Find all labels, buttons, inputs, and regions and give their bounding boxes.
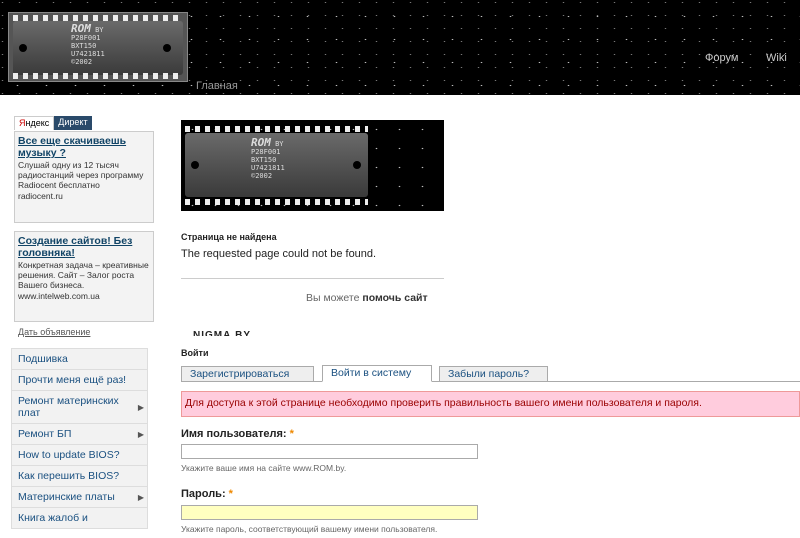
username-label: Имя пользователя: *	[181, 428, 294, 440]
chip-notch	[191, 161, 199, 169]
tab-register[interactable]: Зарегистрироваться	[181, 366, 314, 382]
ad-tabs: Яндекс Директ	[14, 116, 92, 130]
chip-label: ROM BY P28F001 BXT150 U7421811 ©2002	[71, 22, 105, 66]
username-hint: Укажите ваше имя на сайте www.ROM.by.	[181, 463, 347, 473]
site-logo[interactable]: ROM BY P28F001 BXT150 U7421811 ©2002	[8, 12, 188, 82]
username-input[interactable]	[181, 444, 478, 459]
chip-pins	[185, 199, 368, 205]
required-marker: *	[289, 428, 294, 440]
nav-wiki[interactable]: Wiki	[766, 52, 787, 64]
chevron-right-icon: ▶	[137, 430, 144, 439]
page-title: Страница не найдена	[181, 232, 277, 242]
chip-notch	[163, 44, 171, 52]
nav-home[interactable]: Главная	[196, 80, 238, 92]
chip-pins	[13, 73, 183, 79]
ad-title[interactable]: Создание сайтов! Без головняка!	[18, 235, 150, 259]
ad-block[interactable]: Создание сайтов! Без головняка! Конкретн…	[14, 231, 154, 322]
ad-url: radiocent.ru	[18, 191, 63, 201]
required-marker: *	[228, 488, 233, 500]
chip-body: ROM BY P28F001 BXT150 U7421811 ©2002	[185, 133, 368, 197]
rom-chip-image: ROM BY P28F001 BXT150 U7421811 ©2002	[181, 120, 444, 211]
not-found-message: The requested page could not be found.	[181, 248, 377, 260]
chevron-right-icon: ▶	[137, 403, 144, 412]
sidebar-item-update-bios[interactable]: How to update BIOS?	[11, 445, 148, 466]
login-heading: Войти	[181, 348, 209, 358]
chip-notch	[19, 44, 27, 52]
nigma-logo[interactable]: NIGMA.BY	[193, 329, 251, 336]
sidebar-item-flash-bios[interactable]: Как перешить BIOS?	[11, 466, 148, 487]
sidebar-item-motherboard-repair[interactable]: Ремонт материнских плат ▶	[11, 391, 148, 424]
nav-forum[interactable]: Форум	[705, 52, 738, 64]
password-hint: Укажите пароль, соответствующий вашему и…	[181, 524, 438, 534]
sidebar-item-psu-repair[interactable]: Ремонт БП ▶	[11, 424, 148, 445]
chip-notch	[353, 161, 361, 169]
tab-direct[interactable]: Директ	[54, 116, 92, 130]
ad-text: Конкретная задача – креативные решения. …	[18, 260, 149, 290]
chip-body: ROM BY P28F001 BXT150 U7421811 ©2002	[13, 21, 183, 75]
ad-text: Слушай одну из 12 тысяч радиостанций чер…	[18, 160, 144, 190]
ad-block[interactable]: Все еще скачиваешь музыку ? Слушай одну …	[14, 131, 154, 223]
chip-label: ROM BY P28F001 BXT150 U7421811 ©2002	[251, 136, 285, 180]
sidebar-item-motherboards[interactable]: Материнские платы ▶	[11, 487, 148, 508]
login-tabs: Зарегистрироваться Войти в систему Забыл…	[181, 365, 800, 382]
tab-yandex[interactable]: Яндекс	[14, 116, 55, 130]
error-message: Для доступа к этой странице необходимо п…	[181, 391, 800, 417]
tab-forgot-password[interactable]: Забыли пароль?	[439, 366, 548, 382]
sidebar-menu: Подшивка Прочти меня ещё раз! Ремонт мат…	[11, 348, 148, 529]
ad-title[interactable]: Все еще скачиваешь музыку ?	[18, 135, 150, 159]
chip-pins	[185, 126, 368, 132]
give-ad-link[interactable]: Дать объявление	[18, 327, 90, 337]
password-input[interactable]	[181, 505, 478, 520]
help-site-link[interactable]: Вы можете помочь сайт	[306, 292, 428, 304]
divider	[181, 278, 444, 279]
sidebar-item-read-again[interactable]: Прочти меня ещё раз!	[11, 370, 148, 391]
ad-url: www.intelweb.com.ua	[18, 291, 100, 301]
sidebar-item-podshivka[interactable]: Подшивка	[11, 348, 148, 370]
password-label: Пароль: *	[181, 488, 233, 500]
site-header: ROM BY P28F001 BXT150 U7421811 ©2002 Гла…	[0, 0, 800, 95]
chevron-right-icon: ▶	[137, 493, 144, 502]
sidebar-item-complaints[interactable]: Книга жалоб и	[11, 508, 148, 529]
tab-login[interactable]: Войти в систему	[322, 365, 432, 382]
